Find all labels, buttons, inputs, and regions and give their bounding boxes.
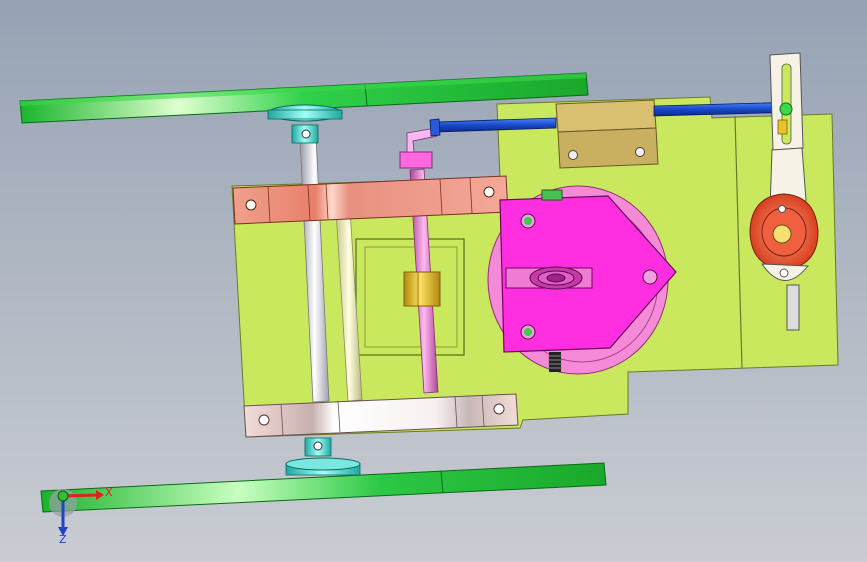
pin-icon <box>777 119 788 135</box>
top-bearing[interactable] <box>267 104 343 144</box>
threaded-stud <box>548 352 562 372</box>
bolt-icon <box>313 441 323 451</box>
pulley-icon <box>529 266 583 290</box>
screw-bushing[interactable] <box>403 271 441 307</box>
bolt-icon <box>483 186 495 198</box>
assembly-model[interactable] <box>0 0 867 562</box>
tan-mount-block[interactable] <box>555 99 659 169</box>
bolt-icon <box>779 268 789 278</box>
cad-viewport[interactable]: X Z <box>0 0 867 562</box>
bolt-icon <box>541 189 563 201</box>
bolt-icon <box>245 199 257 211</box>
bolt-icon <box>642 269 658 285</box>
bolt-icon <box>301 129 311 139</box>
bolt-icon <box>772 224 792 244</box>
bolt-icon <box>568 150 578 160</box>
pivot-icon[interactable] <box>779 102 793 116</box>
bolt-icon <box>635 147 645 157</box>
bolt-icon <box>258 414 270 426</box>
bottom-bearing[interactable] <box>285 437 361 476</box>
screw-knob[interactable] <box>399 151 433 169</box>
x-axis-label: X <box>105 486 113 499</box>
z-axis-label: Z <box>59 533 67 546</box>
bolt-icon <box>493 403 505 415</box>
plate-slot <box>786 284 800 331</box>
